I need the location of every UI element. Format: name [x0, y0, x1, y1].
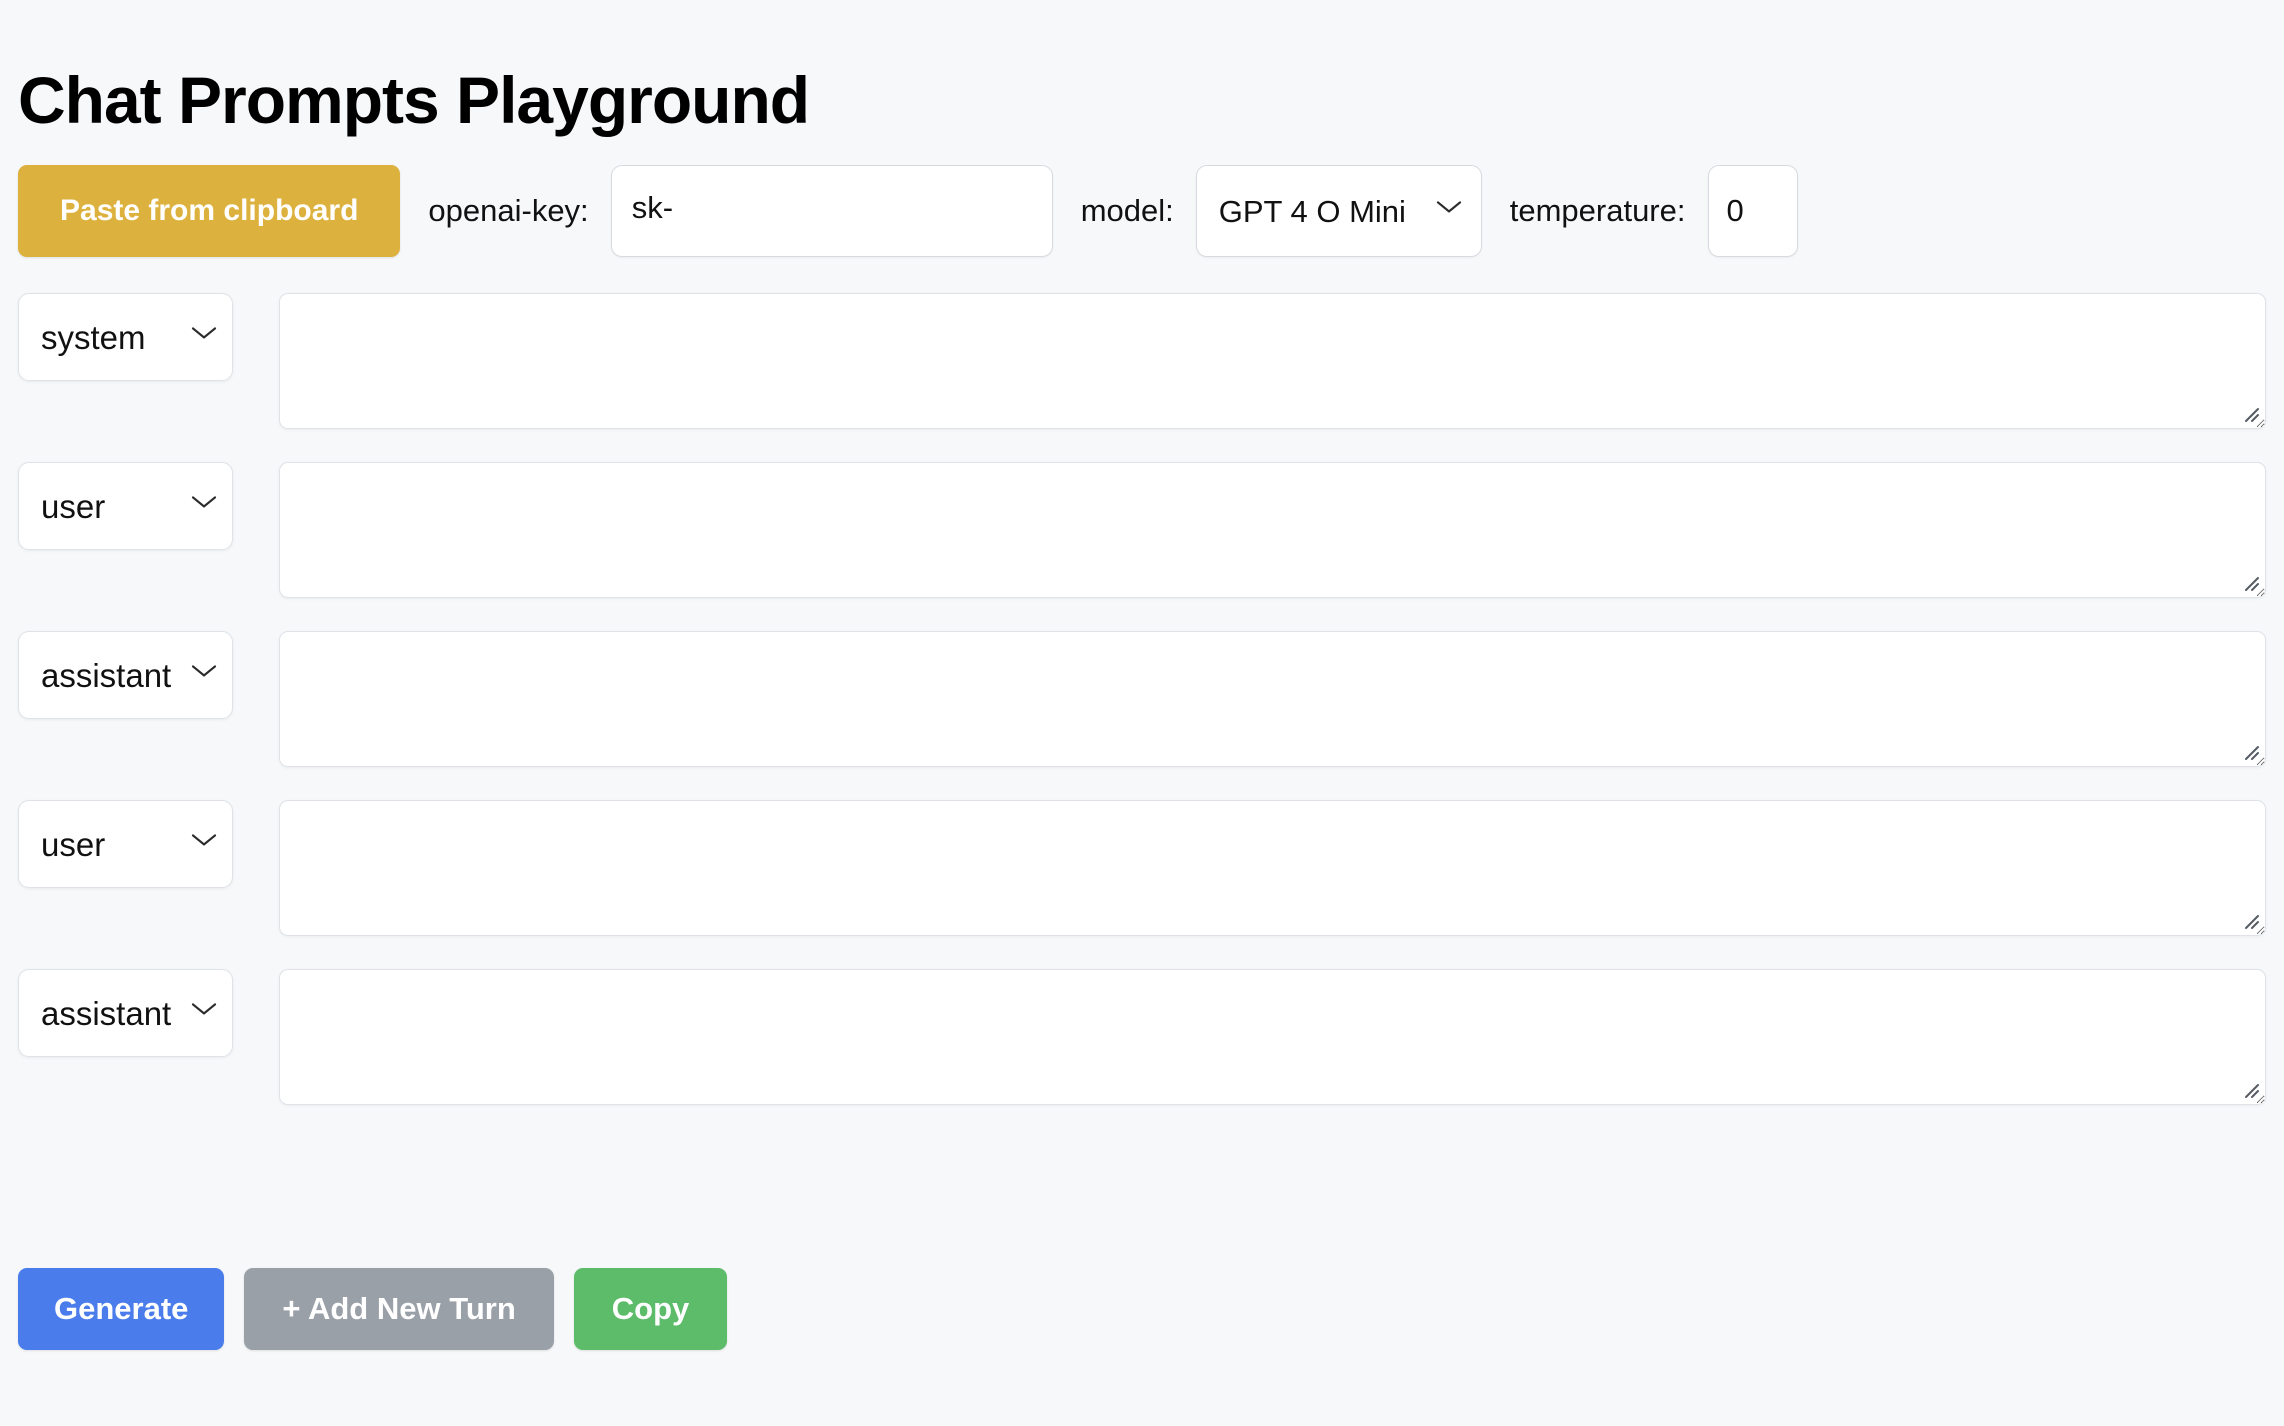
model-select[interactable]: GPT 4 O Mini — [1195, 165, 1482, 257]
message-textarea-wrapper — [279, 969, 2266, 1105]
message-row: systemuserassistant — [18, 969, 2266, 1105]
openai-key-label: openai-key: — [428, 193, 589, 228]
message-textarea-wrapper — [279, 800, 2266, 936]
role-select-0[interactable]: systemuserassistant — [18, 293, 233, 381]
role-select-wrapper: systemuserassistant — [18, 293, 233, 381]
message-textarea-1[interactable] — [279, 462, 2266, 598]
toolbar: Paste from clipboard openai-key: model: … — [18, 165, 1798, 257]
role-select-2[interactable]: systemuserassistant — [18, 631, 233, 719]
model-label: model: — [1080, 193, 1174, 228]
model-select-wrapper: GPT 4 O Mini — [1195, 165, 1482, 257]
add-new-turn-button[interactable]: + Add New Turn — [244, 1268, 554, 1350]
message-textarea-4[interactable] — [279, 969, 2266, 1105]
openai-key-field-wrapper — [610, 165, 1053, 257]
temperature-label: temperature: — [1509, 193, 1686, 228]
role-select-3[interactable]: systemuserassistant — [18, 800, 233, 888]
role-select-wrapper: systemuserassistant — [18, 800, 233, 888]
message-textarea-0[interactable] — [279, 293, 2266, 429]
openai-key-input[interactable] — [610, 165, 1053, 257]
page-title: Chat Prompts Playground — [18, 63, 810, 138]
temperature-input[interactable] — [1707, 165, 1798, 257]
message-row: systemuserassistant — [18, 462, 2266, 598]
message-textarea-wrapper — [279, 462, 2266, 598]
role-select-4[interactable]: systemuserassistant — [18, 969, 233, 1057]
message-textarea-3[interactable] — [279, 800, 2266, 936]
message-textarea-2[interactable] — [279, 631, 2266, 767]
copy-button[interactable]: Copy — [573, 1268, 728, 1350]
message-row: systemuserassistant — [18, 293, 2266, 429]
generate-button[interactable]: Generate — [18, 1268, 225, 1350]
message-rows: systemuserassistant systemuserassistant — [18, 293, 2266, 1138]
role-select-wrapper: systemuserassistant — [18, 462, 233, 550]
action-bar: Generate + Add New Turn Copy — [18, 1268, 728, 1350]
message-textarea-wrapper — [279, 631, 2266, 767]
message-row: systemuserassistant — [18, 631, 2266, 767]
app-root: Chat Prompts Playground Paste from clipb… — [0, 0, 2284, 1426]
paste-from-clipboard-button[interactable]: Paste from clipboard — [18, 165, 401, 257]
role-select-1[interactable]: systemuserassistant — [18, 462, 233, 550]
message-textarea-wrapper — [279, 293, 2266, 429]
message-row: systemuserassistant — [18, 800, 2266, 936]
role-select-wrapper: systemuserassistant — [18, 969, 233, 1057]
role-select-wrapper: systemuserassistant — [18, 631, 233, 719]
